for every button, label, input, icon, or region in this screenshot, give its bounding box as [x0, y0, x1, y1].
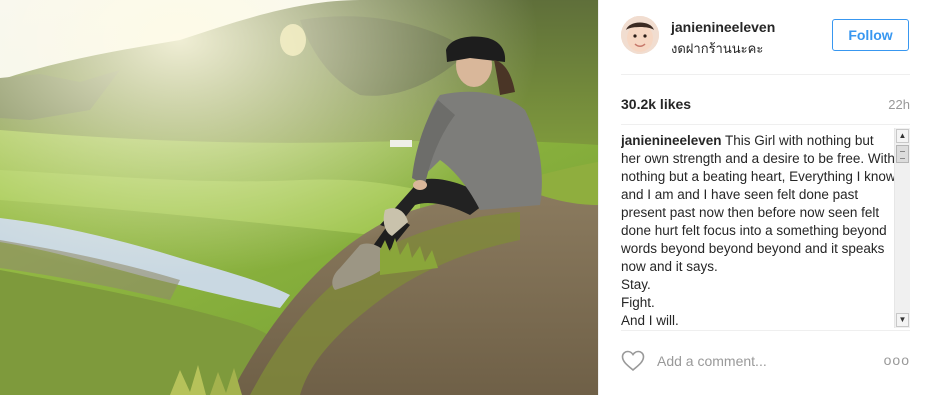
likes-count[interactable]: 30.2k likes — [621, 96, 691, 112]
location-link[interactable]: งดฝากร้านนะคะ — [671, 38, 763, 59]
scroll-up-arrow-icon[interactable]: ▲ — [896, 129, 909, 143]
scroll-thumb[interactable] — [896, 145, 909, 163]
caption: janienineeleven This Girl with nothing b… — [621, 132, 896, 328]
post-timestamp[interactable]: 22h — [888, 97, 910, 112]
follow-button[interactable]: Follow — [832, 19, 909, 51]
comments-list[interactable]: janienineeleven This Girl with nothing b… — [621, 132, 917, 328]
divider — [621, 74, 910, 75]
post-header: janienineeleven งดฝากร้านนะคะ Follow — [621, 16, 913, 56]
heart-outline-icon[interactable] — [621, 350, 645, 372]
more-dots-icon[interactable]: ooo — [884, 352, 910, 368]
add-comment-input[interactable] — [657, 350, 857, 372]
comments-scrollbar[interactable]: ▲ ▼ — [894, 128, 910, 328]
divider — [621, 330, 910, 331]
instagram-post: janienineeleven งดฝากร้านนะคะ Follow 30.… — [0, 0, 934, 395]
caption-username-link[interactable]: janienineeleven — [621, 133, 722, 148]
post-sidebar: janienineeleven งดฝากร้านนะคะ Follow 30.… — [598, 0, 934, 395]
scroll-down-arrow-icon[interactable]: ▼ — [896, 313, 909, 327]
avatar[interactable] — [621, 16, 659, 54]
caption-text: This Girl with nothing but her own stren… — [621, 133, 896, 328]
post-photo[interactable] — [0, 0, 598, 395]
username-link[interactable]: janienineeleven — [671, 19, 775, 35]
divider — [621, 124, 910, 125]
